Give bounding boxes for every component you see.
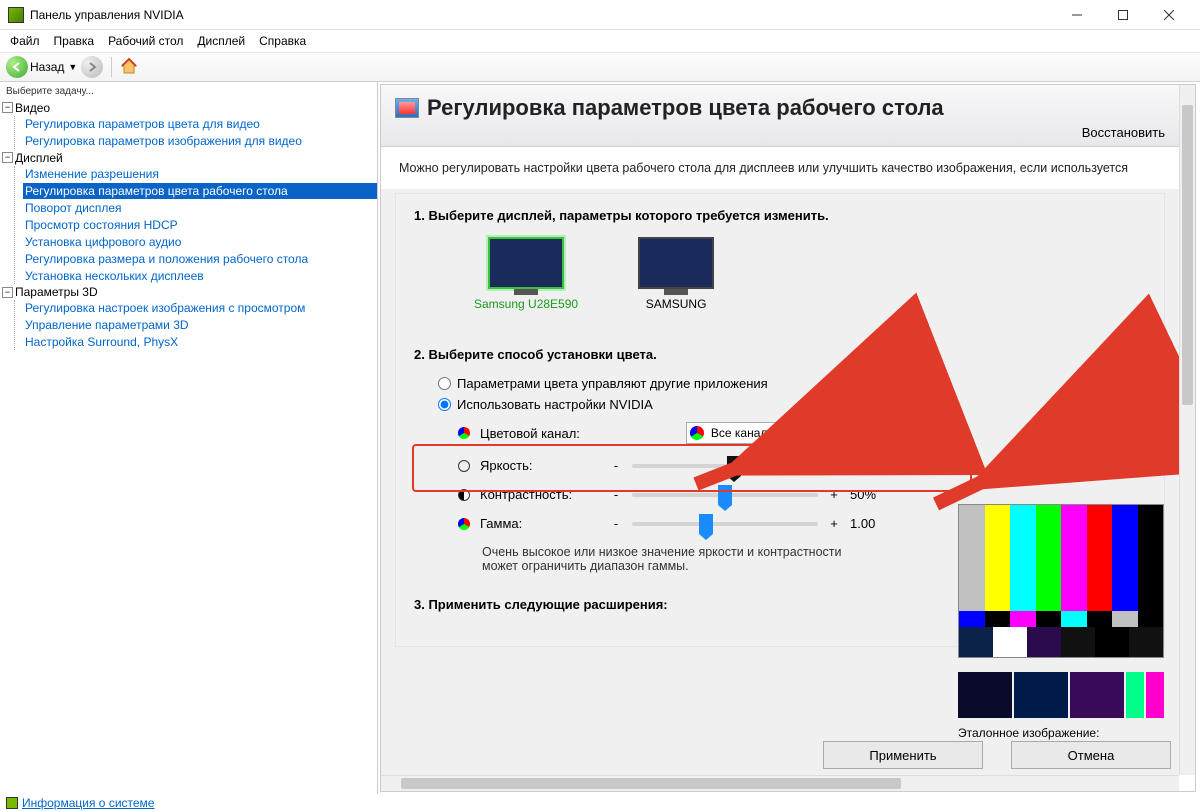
channel-select[interactable]: Все каналы bbox=[686, 422, 872, 444]
tree-item[interactable]: Изменение разрешения bbox=[23, 166, 377, 182]
tree-toggle[interactable]: − bbox=[2, 287, 13, 298]
radio-nvidia-label: Использовать настройки NVIDIA bbox=[457, 397, 653, 412]
settings-panel: 1. Выберите дисплей, параметры которого … bbox=[395, 193, 1165, 647]
content-area: Регулировка параметров цвета рабочего ст… bbox=[380, 84, 1196, 792]
restore-link[interactable]: Восстановить bbox=[395, 125, 1165, 140]
menu-edit[interactable]: Правка bbox=[48, 32, 101, 50]
contrast-plus: + bbox=[828, 487, 840, 502]
tree-item[interactable]: Регулировка параметров изображения для в… bbox=[23, 133, 377, 149]
gamma-value: 1.00 bbox=[850, 516, 894, 531]
toolbar-divider bbox=[111, 57, 112, 77]
statusbar: Информация о системе bbox=[0, 794, 1200, 812]
gamma-icon bbox=[458, 518, 470, 530]
back-dropdown-icon[interactable]: ▼ bbox=[68, 62, 77, 72]
display-label: SAMSUNG bbox=[638, 297, 714, 311]
menu-help[interactable]: Справка bbox=[253, 32, 312, 50]
contrast-thumb[interactable] bbox=[718, 485, 732, 505]
gamma-minus: - bbox=[610, 516, 622, 531]
radio-other-label: Параметрами цвета управляют другие прило… bbox=[457, 376, 768, 391]
tree-item[interactable]: Просмотр состояния HDCP bbox=[23, 217, 377, 233]
back-label: Назад bbox=[30, 60, 64, 74]
contrast-slider[interactable] bbox=[632, 493, 818, 497]
page-title: Регулировка параметров цвета рабочего ст… bbox=[395, 95, 1165, 121]
minimize-button[interactable] bbox=[1054, 0, 1100, 30]
tree-item[interactable]: Регулировка размера и положения рабочего… bbox=[23, 251, 377, 267]
titlebar: Панель управления NVIDIA bbox=[0, 0, 1200, 30]
tree-item[interactable]: Установка нескольких дисплеев bbox=[23, 268, 377, 284]
tree-item[interactable]: Установка цифрового аудио bbox=[23, 234, 377, 250]
monitor-icon bbox=[488, 237, 564, 289]
step2-title: 2. Выберите способ установки цвета. bbox=[414, 347, 1146, 362]
reference-image: Эталонное изображение: bbox=[958, 504, 1164, 740]
tree-item[interactable]: Регулировка параметров цвета для видео bbox=[23, 116, 377, 132]
horizontal-scrollbar[interactable] bbox=[381, 775, 1179, 791]
tree-item[interactable]: Регулировка параметров цвета рабочего ст… bbox=[23, 183, 377, 199]
back-arrow-icon bbox=[6, 56, 28, 78]
brightness-thumb[interactable] bbox=[727, 456, 741, 476]
back-button[interactable]: Назад ▼ bbox=[6, 56, 77, 78]
contrast-label: Контрастность: bbox=[480, 487, 600, 502]
brightness-minus: - bbox=[610, 458, 622, 473]
gamma-thumb[interactable] bbox=[699, 514, 713, 534]
tree-item[interactable]: Настройка Surround, PhysX bbox=[23, 334, 377, 350]
close-button[interactable] bbox=[1146, 0, 1192, 30]
tree-item[interactable]: Управление параметрами 3D bbox=[23, 317, 377, 333]
brightness-icon bbox=[458, 460, 470, 472]
contrast-icon bbox=[458, 489, 470, 501]
forward-button[interactable] bbox=[81, 56, 103, 78]
display-label: Samsung U28E590 bbox=[474, 297, 578, 311]
gamma-plus: + bbox=[828, 516, 840, 531]
channel-label: Цветовой канал: bbox=[480, 426, 580, 441]
intro-text: Можно регулировать настройки цвета рабоч… bbox=[381, 147, 1179, 189]
rgb-icon-select bbox=[690, 426, 704, 440]
apply-button[interactable]: Применить bbox=[823, 741, 983, 769]
tree-item[interactable]: Регулировка настроек изображения с просм… bbox=[23, 300, 377, 316]
menu-display[interactable]: Дисплей bbox=[191, 32, 251, 50]
brightness-slider[interactable] bbox=[632, 464, 818, 468]
page-title-icon bbox=[395, 98, 419, 118]
sidebar: Выберите задачу... −ВидеоРегулировка пар… bbox=[0, 82, 378, 794]
nvidia-app-icon bbox=[8, 7, 24, 23]
maximize-button[interactable] bbox=[1100, 0, 1146, 30]
tree-group-label[interactable]: Параметры 3D bbox=[15, 285, 98, 299]
contrast-value: 50% bbox=[850, 487, 894, 502]
monitor-icon bbox=[638, 237, 714, 289]
contrast-minus: - bbox=[610, 487, 622, 502]
menubar: Файл Правка Рабочий стол Дисплей Справка bbox=[0, 30, 1200, 52]
radio-other-apps[interactable]: Параметрами цвета управляют другие прило… bbox=[438, 376, 1146, 391]
home-button[interactable] bbox=[120, 57, 138, 78]
gamma-note: Очень высокое или низкое значение яркост… bbox=[482, 545, 862, 573]
step1-title: 1. Выберите дисплей, параметры которого … bbox=[414, 208, 1146, 223]
gamma-label: Гамма: bbox=[480, 516, 600, 531]
cancel-button[interactable]: Отмена bbox=[1011, 741, 1171, 769]
tree-toggle[interactable]: − bbox=[2, 102, 13, 113]
brightness-value: 55% bbox=[850, 458, 894, 473]
rgb-icon bbox=[458, 427, 470, 439]
reference-caption: Эталонное изображение: bbox=[958, 726, 1164, 740]
info-icon bbox=[6, 797, 18, 809]
tree-item[interactable]: Поворот дисплея bbox=[23, 200, 377, 216]
radio-nvidia[interactable]: Использовать настройки NVIDIA bbox=[438, 397, 1146, 412]
menu-file[interactable]: Файл bbox=[4, 32, 46, 50]
brightness-label: Яркость: bbox=[480, 458, 600, 473]
toolbar: Назад ▼ bbox=[0, 52, 1200, 82]
menu-desktop[interactable]: Рабочий стол bbox=[102, 32, 189, 50]
brightness-plus: + bbox=[828, 458, 840, 473]
gamma-slider[interactable] bbox=[632, 522, 818, 526]
tree-group-label[interactable]: Дисплей bbox=[15, 151, 63, 165]
brightness-row: Яркость: - + 55% bbox=[458, 458, 1146, 473]
display-item[interactable]: SAMSUNG bbox=[638, 237, 714, 311]
window-title: Панель управления NVIDIA bbox=[30, 8, 1054, 22]
contrast-row: Контрастность: - + 50% bbox=[458, 487, 1146, 502]
vertical-scrollbar[interactable] bbox=[1179, 85, 1195, 775]
tree-group-label[interactable]: Видео bbox=[15, 101, 50, 115]
system-info-link[interactable]: Информация о системе bbox=[22, 796, 154, 810]
task-label: Выберите задачу... bbox=[2, 84, 377, 99]
tree-toggle[interactable]: − bbox=[2, 152, 13, 163]
display-item[interactable]: Samsung U28E590 bbox=[474, 237, 578, 311]
